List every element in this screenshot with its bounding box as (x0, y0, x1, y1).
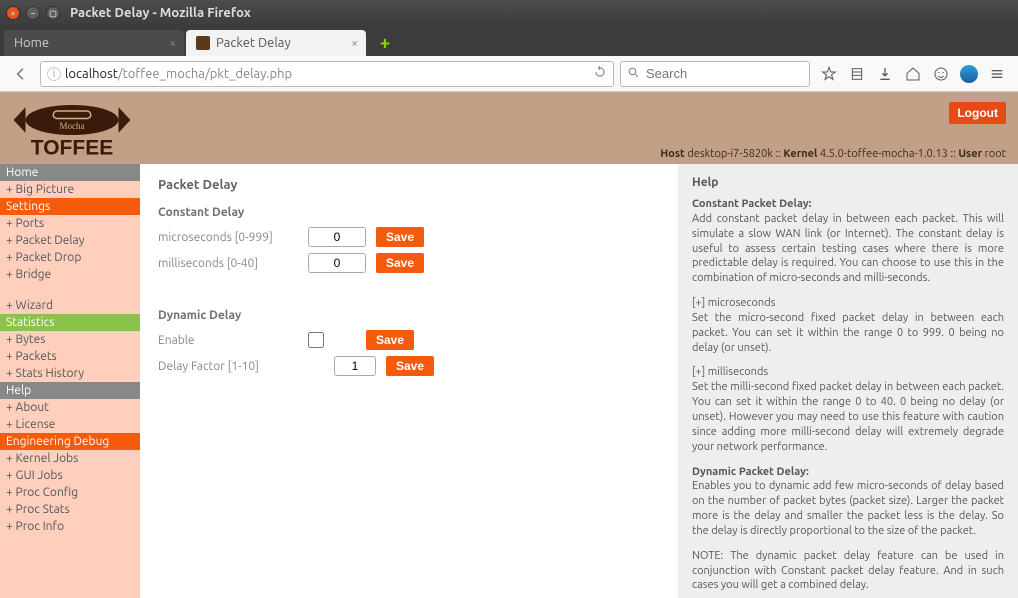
browser-tabbar: Home × Packet Delay × + (0, 26, 1018, 56)
sidebar-item-packet-drop[interactable]: Packet Drop (0, 249, 140, 266)
home-icon[interactable] (900, 61, 926, 87)
logout-button[interactable]: Logout (949, 102, 1006, 124)
window-close-button[interactable]: × (6, 6, 20, 20)
sidebar-item-gui-jobs[interactable]: GUI Jobs (0, 467, 140, 484)
sidebar-item-stats-history[interactable]: Stats History (0, 365, 140, 382)
logo: Mocha TOFFEE (12, 105, 142, 161)
search-icon (627, 66, 640, 82)
save-enable-button[interactable]: Save (366, 330, 414, 350)
sidebar: Home Big Picture Settings Ports Packet D… (0, 164, 140, 598)
help-panel: Help Constant Packet Delay: Add constant… (678, 164, 1018, 598)
smiley-icon[interactable] (928, 61, 954, 87)
tab-home[interactable]: Home × (4, 30, 184, 56)
sidebar-header-eng-debug[interactable]: Engineering Debug (0, 433, 140, 450)
new-tab-button[interactable]: + (374, 32, 396, 54)
microseconds-label: microseconds [0-999] (158, 231, 298, 244)
host-info: Host desktop-i7-5820k :: Kernel 4.5.0-to… (660, 148, 1006, 160)
help-micro-body: Set the micro-second fixed packet delay … (692, 312, 1004, 354)
tab-label: Packet Delay (216, 36, 291, 50)
svg-text:Mocha: Mocha (60, 121, 85, 131)
sidebar-item-kernel-jobs[interactable]: Kernel Jobs (0, 450, 140, 467)
help-milli-title: [+] milliseconds (692, 366, 768, 378)
microseconds-input[interactable] (308, 227, 366, 247)
page-title: Packet Delay (158, 178, 660, 192)
back-button[interactable] (8, 61, 34, 87)
milliseconds-input[interactable] (308, 253, 366, 273)
browser-navbar: i localhost/toffee_mocha/pkt_delay.php (0, 56, 1018, 92)
save-delay-factor-button[interactable]: Save (386, 356, 434, 376)
downloads-icon[interactable] (872, 61, 898, 87)
help-note: NOTE: The dynamic packet delay feature c… (692, 549, 1004, 594)
url-path: /toffee_mocha/pkt_delay.php (118, 67, 292, 81)
delay-factor-input[interactable] (334, 356, 376, 376)
enable-label: Enable (158, 334, 298, 347)
sidebar-item-wizard[interactable]: Wizard (0, 297, 140, 314)
help-title: Help (692, 176, 1004, 189)
sidebar-item-proc-stats[interactable]: Proc Stats (0, 501, 140, 518)
page-content: Mocha TOFFEE Logout Host desktop-i7-5820… (0, 92, 1018, 598)
browser-globe-icon[interactable] (956, 61, 982, 87)
favicon-icon (196, 36, 210, 50)
window-maximize-button[interactable]: ▢ (46, 6, 60, 20)
help-cpd-body: Add constant packet delay in between eac… (692, 213, 1004, 284)
tab-label: Home (14, 36, 49, 50)
sidebar-header-help[interactable]: Help (0, 382, 140, 399)
sidebar-item-license[interactable]: License (0, 416, 140, 433)
search-bar[interactable] (620, 61, 810, 87)
sidebar-item-ports[interactable]: Ports (0, 215, 140, 232)
section-dynamic-delay: Dynamic Delay (158, 309, 660, 322)
sidebar-item-packet-delay[interactable]: Packet Delay (0, 232, 140, 249)
help-dpd-title: Dynamic Packet Delay: (692, 466, 809, 478)
section-constant-delay: Constant Delay (158, 206, 660, 219)
window-minimize-button[interactable]: − (26, 6, 40, 20)
identity-icon[interactable]: i (47, 67, 61, 81)
sidebar-item-proc-config[interactable]: Proc Config (0, 484, 140, 501)
close-icon[interactable]: × (169, 37, 176, 50)
svg-text:TOFFEE: TOFFEE (31, 136, 113, 157)
url-host: localhost (65, 67, 118, 81)
help-cpd-title: Constant Packet Delay: (692, 198, 812, 210)
sidebar-item-proc-info[interactable]: Proc Info (0, 518, 140, 535)
enable-checkbox[interactable] (308, 332, 324, 348)
window-title: Packet Delay - Mozilla Firefox (70, 6, 251, 20)
main-content: Packet Delay Constant Delay microseconds… (140, 164, 678, 598)
reload-icon[interactable] (593, 65, 607, 82)
window-titlebar: × − ▢ Packet Delay - Mozilla Firefox (0, 0, 1018, 26)
milliseconds-label: milliseconds [0-40] (158, 257, 298, 270)
delay-factor-label: Delay Factor [1-10] (158, 360, 298, 373)
sidebar-item-packets[interactable]: Packets (0, 348, 140, 365)
sidebar-header-statistics[interactable]: Statistics (0, 314, 140, 331)
sidebar-item-big-picture[interactable]: Big Picture (0, 181, 140, 198)
help-dpd-body: Enables you to dynamic add few micro-sec… (692, 480, 1004, 537)
save-milliseconds-button[interactable]: Save (376, 253, 424, 273)
close-icon[interactable]: × (351, 37, 358, 50)
sidebar-header-home[interactable]: Home (0, 164, 140, 181)
save-microseconds-button[interactable]: Save (376, 227, 424, 247)
hamburger-menu-icon[interactable] (984, 61, 1010, 87)
tab-packet-delay[interactable]: Packet Delay × (186, 30, 366, 56)
search-input[interactable] (646, 66, 822, 81)
library-icon[interactable] (844, 61, 870, 87)
bookmark-star-icon[interactable] (816, 61, 842, 87)
help-milli-body: Set the milli-second fixed packet delay … (692, 381, 1004, 452)
help-micro-title: [+] microseconds (692, 297, 775, 309)
sidebar-item-bridge[interactable]: Bridge (0, 266, 140, 283)
sidebar-item-about[interactable]: About (0, 399, 140, 416)
sidebar-header-settings[interactable]: Settings (0, 198, 140, 215)
sidebar-item-bytes[interactable]: Bytes (0, 331, 140, 348)
url-bar[interactable]: i localhost/toffee_mocha/pkt_delay.php (40, 61, 614, 87)
